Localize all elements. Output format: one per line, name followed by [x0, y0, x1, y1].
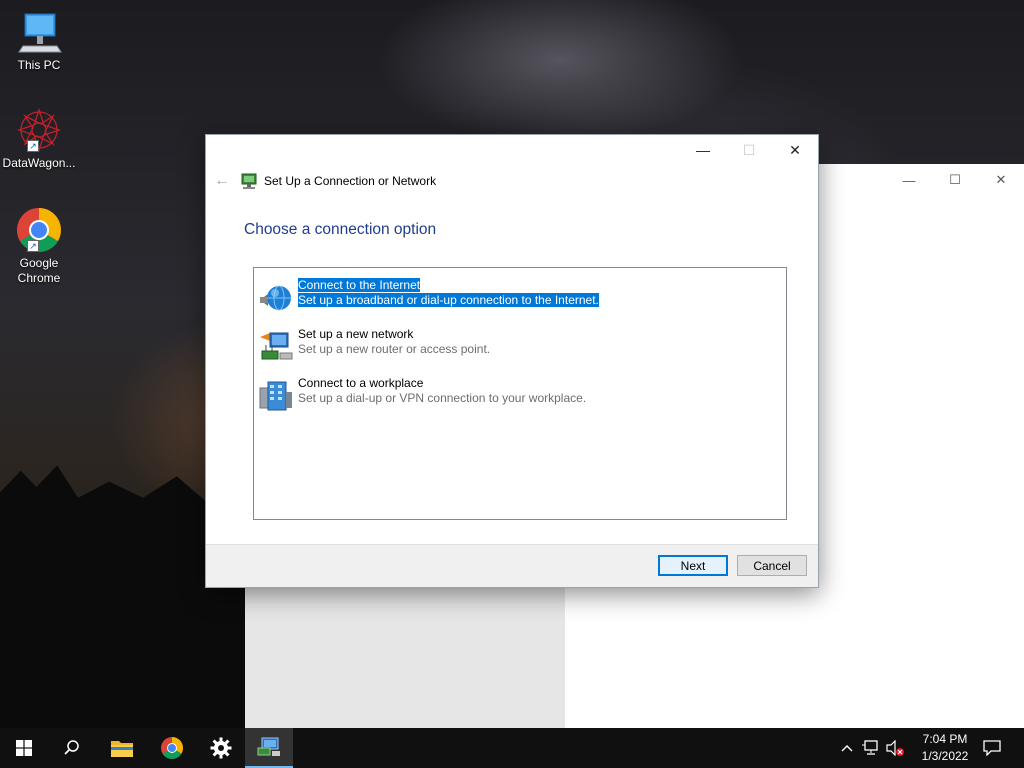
close-button[interactable]: ✕ — [772, 135, 818, 165]
start-button[interactable] — [0, 728, 48, 768]
dialog-window-controls: — ☐ ✕ — [680, 135, 818, 165]
cancel-button[interactable]: Cancel — [737, 555, 807, 576]
network-setup-icon — [257, 737, 280, 756]
clock-date: 1/3/2022 — [921, 749, 969, 763]
close-button[interactable]: ✕ — [978, 164, 1024, 196]
option-title: Set up a new network — [298, 327, 414, 341]
back-arrow-icon: ← — [214, 172, 230, 189]
globe-icon — [258, 280, 294, 316]
dialog-title: Set Up a Connection or Network — [264, 174, 437, 188]
maximize-button: ☐ — [742, 141, 756, 158]
clock-time: 7:04 PM — [922, 732, 968, 746]
network-monitor-icon — [862, 740, 878, 755]
taskbar-file-explorer[interactable] — [98, 728, 146, 768]
notifications-button[interactable] — [976, 728, 1008, 768]
taskbar: 7:04 PM 1/3/2022 — [0, 728, 1024, 768]
desktop-icon-google-chrome[interactable]: ↗ Google Chrome — [2, 206, 76, 286]
datawagon-logo-icon: ↗ — [15, 106, 63, 154]
background-window-controls: — ☐ ✕ — [886, 164, 1024, 196]
page-heading: Choose a connection option — [244, 221, 437, 238]
folder-icon — [111, 741, 133, 757]
option-description: Set up a dial-up or VPN connection to yo… — [298, 391, 587, 405]
search-button[interactable] — [48, 728, 96, 768]
gear-icon — [210, 737, 232, 759]
chrome-icon: ↗ — [15, 206, 63, 254]
option-title: Connect to the Internet — [298, 278, 421, 292]
option-connect-internet[interactable]: Connect to the Internet Set up a broadba… — [258, 278, 778, 318]
desktop-icon-label: Google Chrome — [17, 256, 61, 285]
option-connect-workplace[interactable]: Connect to a workplace Set up a dial-up … — [258, 376, 778, 416]
search-icon — [64, 740, 79, 755]
volume-tray-button[interactable] — [884, 728, 906, 768]
minimize-button[interactable]: — — [680, 135, 726, 165]
taskbar-settings[interactable] — [197, 728, 245, 768]
taskbar-network-setup[interactable] — [245, 728, 293, 768]
show-hidden-icons-button[interactable] — [838, 728, 856, 768]
notification-icon — [983, 740, 1001, 756]
clock[interactable]: 7:04 PM 1/3/2022 — [910, 731, 980, 765]
workplace-building-icon — [258, 378, 294, 414]
network-tray-button[interactable] — [860, 728, 882, 768]
desktop-icon-label: This PC — [17, 58, 61, 72]
option-description: Set up a new router or access point. — [298, 342, 491, 356]
router-network-icon — [258, 329, 294, 365]
shortcut-arrow-icon: ↗ — [27, 240, 39, 252]
option-new-network[interactable]: Set up a new network Set up a new router… — [258, 327, 778, 367]
connection-options-list: Connect to the Internet Set up a broadba… — [253, 267, 787, 520]
minimize-button[interactable]: — — [886, 164, 932, 196]
chrome-icon — [161, 737, 183, 759]
dialog-header: ← Set Up a Connection or Network — [206, 169, 818, 193]
volume-muted-icon — [886, 740, 904, 756]
next-button[interactable]: Next — [658, 555, 728, 576]
desktop-icon-this-pc[interactable]: This PC — [2, 8, 76, 73]
setup-connection-dialog: — ☐ ✕ ← Set Up a Connection or Network C… — [205, 134, 819, 588]
maximize-button[interactable]: ☐ — [932, 164, 978, 196]
desktop-icon-datawagon[interactable]: ↗ DataWagon... — [2, 106, 76, 171]
windows-logo-icon — [16, 740, 32, 756]
option-description: Set up a broadband or dial-up connection… — [298, 293, 599, 307]
desktop-icon-label: DataWagon... — [2, 156, 76, 170]
taskbar-chrome[interactable] — [148, 728, 196, 768]
network-setup-icon — [240, 172, 258, 190]
computer-icon — [15, 8, 63, 56]
option-title: Connect to a workplace — [298, 376, 424, 390]
chevron-up-icon — [841, 745, 853, 752]
shortcut-arrow-icon: ↗ — [27, 140, 39, 152]
dialog-footer: Next Cancel — [206, 544, 818, 587]
